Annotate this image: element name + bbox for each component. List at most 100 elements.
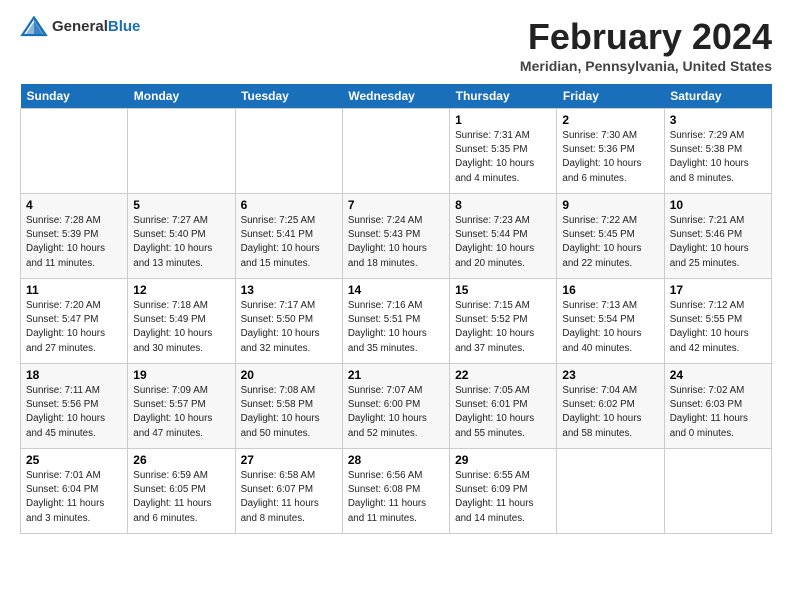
day-number: 2 [562,113,658,127]
calendar-cell [128,109,235,194]
day-info: Sunrise: 6:56 AM Sunset: 6:08 PM Dayligh… [348,469,444,526]
day-info: Sunrise: 7:15 AM Sunset: 5:52 PM Dayligh… [455,299,551,356]
day-info: Sunrise: 6:59 AM Sunset: 6:05 PM Dayligh… [133,469,229,526]
day-number: 26 [133,453,229,467]
day-number: 24 [670,368,766,382]
day-info: Sunrise: 6:58 AM Sunset: 6:07 PM Dayligh… [241,469,337,526]
day-number: 5 [133,198,229,212]
day-info: Sunrise: 7:21 AM Sunset: 5:46 PM Dayligh… [670,214,766,271]
calendar-cell: 10 Sunrise: 7:21 AM Sunset: 5:46 PM Dayli… [664,194,771,279]
day-info: Sunrise: 6:55 AM Sunset: 6:09 PM Dayligh… [455,469,551,526]
location-subtitle: Meridian, Pennsylvania, United States [520,58,772,74]
calendar-cell: 24 Sunrise: 7:02 AM Sunset: 6:03 PM Dayli… [664,364,771,449]
calendar-cell: 8 Sunrise: 7:23 AM Sunset: 5:44 PM Daylig… [450,194,557,279]
calendar-cell: 6Sunrise: 7:25 AM Sunset: 5:41 PM Daylig… [235,194,342,279]
calendar-cell: 16Sunrise: 7:13 AM Sunset: 5:54 PM Dayli… [557,279,664,364]
page-header: GeneralBlue February 2024 Meridian, Penn… [20,16,772,74]
day-info: Sunrise: 7:16 AM Sunset: 5:51 PM Dayligh… [348,299,444,356]
day-info: Sunrise: 7:17 AM Sunset: 5:50 PM Dayligh… [241,299,337,356]
weekday-header-tuesday: Tuesday [235,84,342,109]
day-number: 17 [670,283,766,297]
calendar-cell: 9 Sunrise: 7:22 AM Sunset: 5:45 PM Daylig… [557,194,664,279]
day-number: 27 [241,453,337,467]
calendar-cell: 25 Sunrise: 7:01 AM Sunset: 6:04 PM Dayli… [21,449,128,534]
day-info: Sunrise: 7:20 AM Sunset: 5:47 PM Dayligh… [26,299,122,356]
title-area: February 2024 Meridian, Pennsylvania, Un… [520,16,772,74]
day-info: Sunrise: 7:02 AM Sunset: 6:03 PM Dayligh… [670,384,766,441]
calendar-week-3: 11 Sunrise: 7:20 AM Sunset: 5:47 PM Dayli… [21,279,772,364]
day-info: Sunrise: 7:01 AM Sunset: 6:04 PM Dayligh… [26,469,122,526]
day-info: Sunrise: 7:22 AM Sunset: 5:45 PM Dayligh… [562,214,658,271]
calendar-cell: 12 Sunrise: 7:18 AM Sunset: 5:49 PM Dayli… [128,279,235,364]
weekday-header-monday: Monday [128,84,235,109]
day-number: 12 [133,283,229,297]
calendar-week-5: 25 Sunrise: 7:01 AM Sunset: 6:04 PM Dayli… [21,449,772,534]
month-title: February 2024 [520,16,772,58]
calendar-cell: 28 Sunrise: 6:56 AM Sunset: 6:08 PM Dayli… [342,449,449,534]
weekday-header-thursday: Thursday [450,84,557,109]
weekday-header-row: SundayMondayTuesdayWednesdayThursdayFrid… [21,84,772,109]
weekday-header-wednesday: Wednesday [342,84,449,109]
day-info: Sunrise: 7:24 AM Sunset: 5:43 PM Dayligh… [348,214,444,271]
calendar-cell: 23 Sunrise: 7:04 AM Sunset: 6:02 PM Dayli… [557,364,664,449]
calendar-cell: 22 Sunrise: 7:05 AM Sunset: 6:01 PM Dayli… [450,364,557,449]
day-number: 9 [562,198,658,212]
logo-icon [20,16,48,38]
day-number: 3 [670,113,766,127]
day-number: 25 [26,453,122,467]
calendar-cell: 5 Sunrise: 7:27 AM Sunset: 5:40 PM Daylig… [128,194,235,279]
day-number: 1 [455,113,551,127]
calendar-cell: 26 Sunrise: 6:59 AM Sunset: 6:05 PM Dayli… [128,449,235,534]
day-info: Sunrise: 7:30 AM Sunset: 5:36 PM Dayligh… [562,129,658,186]
day-number: 14 [348,283,444,297]
calendar-week-4: 18Sunrise: 7:11 AM Sunset: 5:56 PM Dayli… [21,364,772,449]
day-info: Sunrise: 7:29 AM Sunset: 5:38 PM Dayligh… [670,129,766,186]
day-info: Sunrise: 7:18 AM Sunset: 5:49 PM Dayligh… [133,299,229,356]
day-number: 10 [670,198,766,212]
day-info: Sunrise: 7:28 AM Sunset: 5:39 PM Dayligh… [26,214,122,271]
calendar-cell [664,449,771,534]
calendar-cell: 17 Sunrise: 7:12 AM Sunset: 5:55 PM Dayli… [664,279,771,364]
day-number: 6 [241,198,337,212]
day-number: 20 [241,368,337,382]
day-number: 23 [562,368,658,382]
day-info: Sunrise: 7:12 AM Sunset: 5:55 PM Dayligh… [670,299,766,356]
day-number: 4 [26,198,122,212]
calendar-cell: 19Sunrise: 7:09 AM Sunset: 5:57 PM Dayli… [128,364,235,449]
calendar-cell: 21Sunrise: 7:07 AM Sunset: 6:00 PM Dayli… [342,364,449,449]
day-info: Sunrise: 7:23 AM Sunset: 5:44 PM Dayligh… [455,214,551,271]
calendar-cell: 2 Sunrise: 7:30 AM Sunset: 5:36 PM Daylig… [557,109,664,194]
calendar-cell: 18Sunrise: 7:11 AM Sunset: 5:56 PM Dayli… [21,364,128,449]
calendar-cell: 27 Sunrise: 6:58 AM Sunset: 6:07 PM Dayli… [235,449,342,534]
calendar-cell [342,109,449,194]
day-info: Sunrise: 7:07 AM Sunset: 6:00 PM Dayligh… [348,384,444,441]
day-number: 13 [241,283,337,297]
calendar-cell: 11 Sunrise: 7:20 AM Sunset: 5:47 PM Dayli… [21,279,128,364]
day-number: 11 [26,283,122,297]
day-info: Sunrise: 7:11 AM Sunset: 5:56 PM Dayligh… [26,384,122,441]
logo: GeneralBlue [20,16,140,38]
day-number: 19 [133,368,229,382]
calendar-cell: 7 Sunrise: 7:24 AM Sunset: 5:43 PM Daylig… [342,194,449,279]
calendar-cell: 15Sunrise: 7:15 AM Sunset: 5:52 PM Dayli… [450,279,557,364]
calendar-table: SundayMondayTuesdayWednesdayThursdayFrid… [20,84,772,534]
day-number: 7 [348,198,444,212]
day-info: Sunrise: 7:08 AM Sunset: 5:58 PM Dayligh… [241,384,337,441]
day-number: 28 [348,453,444,467]
day-number: 8 [455,198,551,212]
logo-text: GeneralBlue [52,18,140,36]
calendar-week-1: 1Sunrise: 7:31 AM Sunset: 5:35 PM Daylig… [21,109,772,194]
calendar-cell: 1Sunrise: 7:31 AM Sunset: 5:35 PM Daylig… [450,109,557,194]
day-info: Sunrise: 7:04 AM Sunset: 6:02 PM Dayligh… [562,384,658,441]
day-info: Sunrise: 7:05 AM Sunset: 6:01 PM Dayligh… [455,384,551,441]
weekday-header-sunday: Sunday [21,84,128,109]
weekday-header-saturday: Saturday [664,84,771,109]
calendar-cell [235,109,342,194]
calendar-cell [557,449,664,534]
calendar-cell: 29Sunrise: 6:55 AM Sunset: 6:09 PM Dayli… [450,449,557,534]
calendar-week-2: 4 Sunrise: 7:28 AM Sunset: 5:39 PM Daylig… [21,194,772,279]
day-info: Sunrise: 7:27 AM Sunset: 5:40 PM Dayligh… [133,214,229,271]
day-number: 22 [455,368,551,382]
calendar-cell: 20 Sunrise: 7:08 AM Sunset: 5:58 PM Dayli… [235,364,342,449]
calendar-cell: 3 Sunrise: 7:29 AM Sunset: 5:38 PM Daylig… [664,109,771,194]
